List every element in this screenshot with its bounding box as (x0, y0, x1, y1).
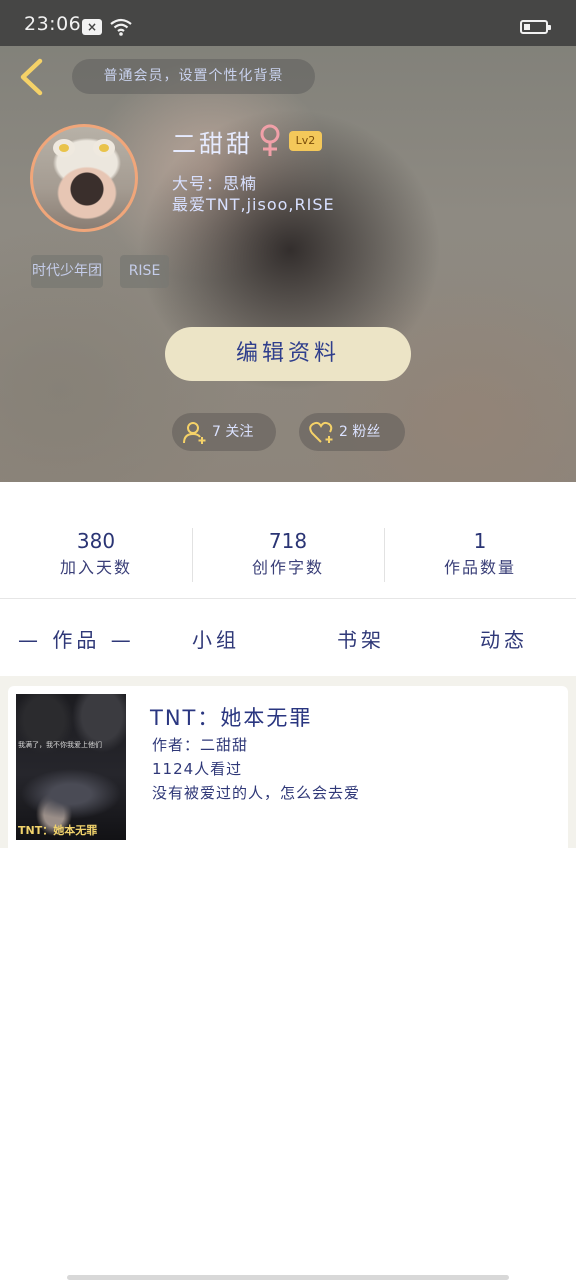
level-badge: Lv2 (289, 131, 322, 151)
stat-word-count: 718 创作字数 (192, 528, 384, 582)
stat-label: 加入天数 (59, 558, 132, 577)
tag-chip[interactable]: 时代少年团 (31, 255, 103, 288)
heart-icon (309, 421, 333, 443)
fans-count: 2 粉丝 (339, 424, 381, 440)
female-gender-icon (260, 124, 280, 156)
notification-icon: × (82, 19, 102, 35)
work-views: 1124人看过 (152, 760, 243, 778)
tab-moments[interactable]: 动态 (480, 624, 528, 652)
user-add-icon (183, 422, 206, 444)
work-cover-image: 我满了，我不你我爱上他们 TNT：她本无罪 (16, 694, 126, 840)
cover-caption: 我满了，我不你我爱上他们 (18, 741, 102, 749)
work-title: TNT：她本无罪 (150, 706, 313, 730)
tag-chip[interactable]: RISE (120, 255, 169, 288)
stat-label: 作品数量 (443, 558, 516, 577)
stat-works-count: 1 作品数量 (384, 528, 576, 582)
username: 二甜甜 (172, 130, 253, 158)
divider (0, 598, 576, 599)
avatar[interactable] (30, 124, 138, 232)
tab-bookshelf[interactable]: 书架 (337, 624, 385, 652)
back-button[interactable] (14, 56, 48, 98)
stat-join-days: 380 加入天数 (0, 528, 192, 582)
status-bar: 23:06 × (0, 0, 576, 46)
stat-label: 创作字数 (251, 558, 324, 577)
profile-header: 23:06 × 普通会员，设置个性化背景 二甜甜 Lv2 大号：思楠 最爱TNT… (0, 0, 576, 482)
following-count: 7 关注 (212, 424, 254, 440)
status-time: 23:06 (24, 13, 82, 35)
fans-button[interactable]: 2 粉丝 (299, 413, 405, 451)
works-list: 我满了，我不你我爱上他们 TNT：她本无罪 TNT：她本无罪 作者：二甜甜 11… (0, 676, 576, 848)
cover-title: TNT：她本无罪 (18, 824, 98, 837)
work-author: 作者：二甜甜 (152, 736, 249, 754)
tab-groups[interactable]: 小组 (192, 624, 240, 652)
stat-value: 1 (473, 529, 487, 553)
battery-icon (520, 20, 551, 34)
bio-line: 最爱TNT,jisoo,RISE (172, 195, 335, 214)
stat-value: 718 (268, 529, 308, 553)
list-item[interactable]: 我满了，我不你我爱上他们 TNT：她本无罪 TNT：她本无罪 作者：二甜甜 11… (8, 686, 568, 848)
stat-value: 380 (76, 529, 116, 553)
following-button[interactable]: 7 关注 (172, 413, 276, 451)
edit-profile-button[interactable]: 编辑资料 (165, 327, 411, 381)
work-description: 没有被爱过的人，怎么会去爱 (152, 784, 361, 802)
tab-works[interactable]: — 作品 — (18, 624, 135, 652)
set-background-banner[interactable]: 普通会员，设置个性化背景 (72, 59, 315, 94)
home-indicator[interactable] (67, 1275, 509, 1280)
wifi-icon (110, 18, 132, 36)
